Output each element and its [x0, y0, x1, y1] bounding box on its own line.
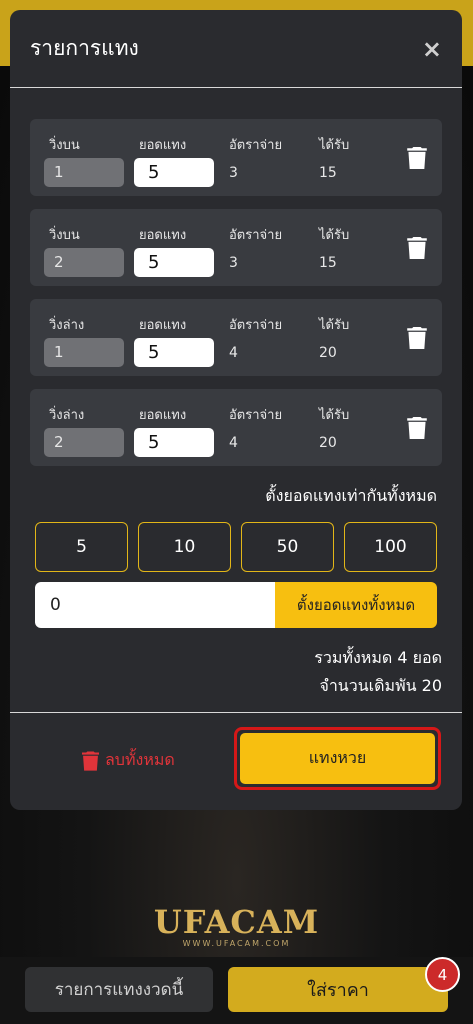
- enter-price-button[interactable]: ใส่ราคา: [228, 967, 448, 1012]
- receive-value: 15: [319, 165, 337, 181]
- set-all-button[interactable]: ตั้งยอดแทงทั้งหมด: [275, 582, 437, 628]
- bet-type-label: วิ่งบน: [49, 138, 80, 153]
- delete-all-button[interactable]: ลบทั้งหมด: [82, 748, 175, 773]
- bet-amount-input[interactable]: [134, 248, 214, 277]
- summary-amount: จำนวนเดิมพัน 20: [319, 676, 442, 695]
- bet-card: วิ่งล่าง ยอดแทง อัตราจ่าย ได้รับ 1 4 20: [30, 299, 442, 376]
- rate-label: อัตราจ่าย: [229, 228, 283, 243]
- submit-highlight: แทงหวย: [234, 727, 441, 790]
- receive-label: ได้รับ: [319, 138, 350, 153]
- bet-amount-input[interactable]: [134, 428, 214, 457]
- bet-card: วิ่งล่าง ยอดแทง อัตราจ่าย ได้รับ 2 4 20: [30, 389, 442, 466]
- quick-amount-button[interactable]: 100: [344, 522, 437, 572]
- set-all-row: ตั้งยอดแทงทั้งหมด: [35, 582, 437, 628]
- summary: รวมทั้งหมด 4 ยอด จำนวนเดิมพัน 20: [10, 644, 462, 700]
- bet-list-button[interactable]: รายการแทงงวดนี้: [25, 967, 213, 1012]
- quick-amount-row: 5 10 50 100: [10, 522, 462, 572]
- rate-value: 4: [229, 435, 238, 451]
- amount-label: ยอดแทง: [139, 318, 187, 333]
- logo-url: WWW.UFACAM.COM: [182, 939, 291, 948]
- trash-icon[interactable]: [407, 147, 427, 169]
- close-icon[interactable]: ×: [422, 37, 442, 61]
- modal-footer: ลบทั้งหมด แทงหวย: [10, 713, 462, 808]
- trash-icon[interactable]: [407, 417, 427, 439]
- bet-type-label: วิ่งบน: [49, 228, 80, 243]
- amount-label: ยอดแทง: [139, 228, 187, 243]
- set-all-amount-input[interactable]: [35, 582, 275, 628]
- quick-amount-button[interactable]: 10: [138, 522, 231, 572]
- amount-label: ยอดแทง: [139, 138, 187, 153]
- receive-value: 20: [319, 345, 337, 361]
- bet-number-field: 1: [44, 338, 124, 367]
- bet-card: วิ่งบน ยอดแทง อัตราจ่าย ได้รับ 1 3 15: [30, 119, 442, 196]
- trash-icon: [82, 750, 99, 771]
- receive-label: ได้รับ: [319, 408, 350, 423]
- bet-amount-input[interactable]: [134, 158, 214, 187]
- place-bet-button[interactable]: แทงหวย: [240, 733, 435, 784]
- rate-label: อัตราจ่าย: [229, 318, 283, 333]
- trash-icon[interactable]: [407, 327, 427, 349]
- logo: UFACAM WWW.UFACAM.COM: [0, 903, 473, 948]
- trash-icon[interactable]: [407, 237, 427, 259]
- bottom-bar: รายการแทงงวดนี้ ใส่ราคา: [0, 957, 473, 1024]
- summary-total: รวมทั้งหมด 4 ยอด: [314, 648, 442, 667]
- count-badge: 4: [425, 957, 460, 992]
- delete-all-label: ลบทั้งหมด: [105, 750, 175, 769]
- bet-type-label: วิ่งล่าง: [49, 318, 85, 333]
- amount-label: ยอดแทง: [139, 408, 187, 423]
- bet-amount-input[interactable]: [134, 338, 214, 367]
- bet-number-field: 2: [44, 428, 124, 457]
- logo-text: UFACAM: [153, 903, 320, 941]
- modal-header: รายการแทง ×: [10, 10, 462, 88]
- bet-number-field: 2: [44, 248, 124, 277]
- modal-title: รายการแทง: [30, 36, 139, 60]
- quick-amount-button[interactable]: 50: [241, 522, 334, 572]
- receive-label: ได้รับ: [319, 228, 350, 243]
- rate-value: 3: [229, 165, 238, 181]
- set-all-heading: ตั้งยอดแทงเท่ากันทั้งหมด: [265, 486, 437, 505]
- receive-value: 15: [319, 255, 337, 271]
- rate-value: 3: [229, 255, 238, 271]
- rate-label: อัตราจ่าย: [229, 408, 283, 423]
- quick-amount-button[interactable]: 5: [35, 522, 128, 572]
- bet-list-modal: รายการแทง × วิ่งบน ยอดแทง อัตราจ่าย ได้ร…: [10, 10, 462, 810]
- receive-label: ได้รับ: [319, 318, 350, 333]
- bet-type-label: วิ่งล่าง: [49, 408, 85, 423]
- rate-label: อัตราจ่าย: [229, 138, 283, 153]
- bet-number-field: 1: [44, 158, 124, 187]
- rate-value: 4: [229, 345, 238, 361]
- bet-card: วิ่งบน ยอดแทง อัตราจ่าย ได้รับ 2 3 15: [30, 209, 442, 286]
- receive-value: 20: [319, 435, 337, 451]
